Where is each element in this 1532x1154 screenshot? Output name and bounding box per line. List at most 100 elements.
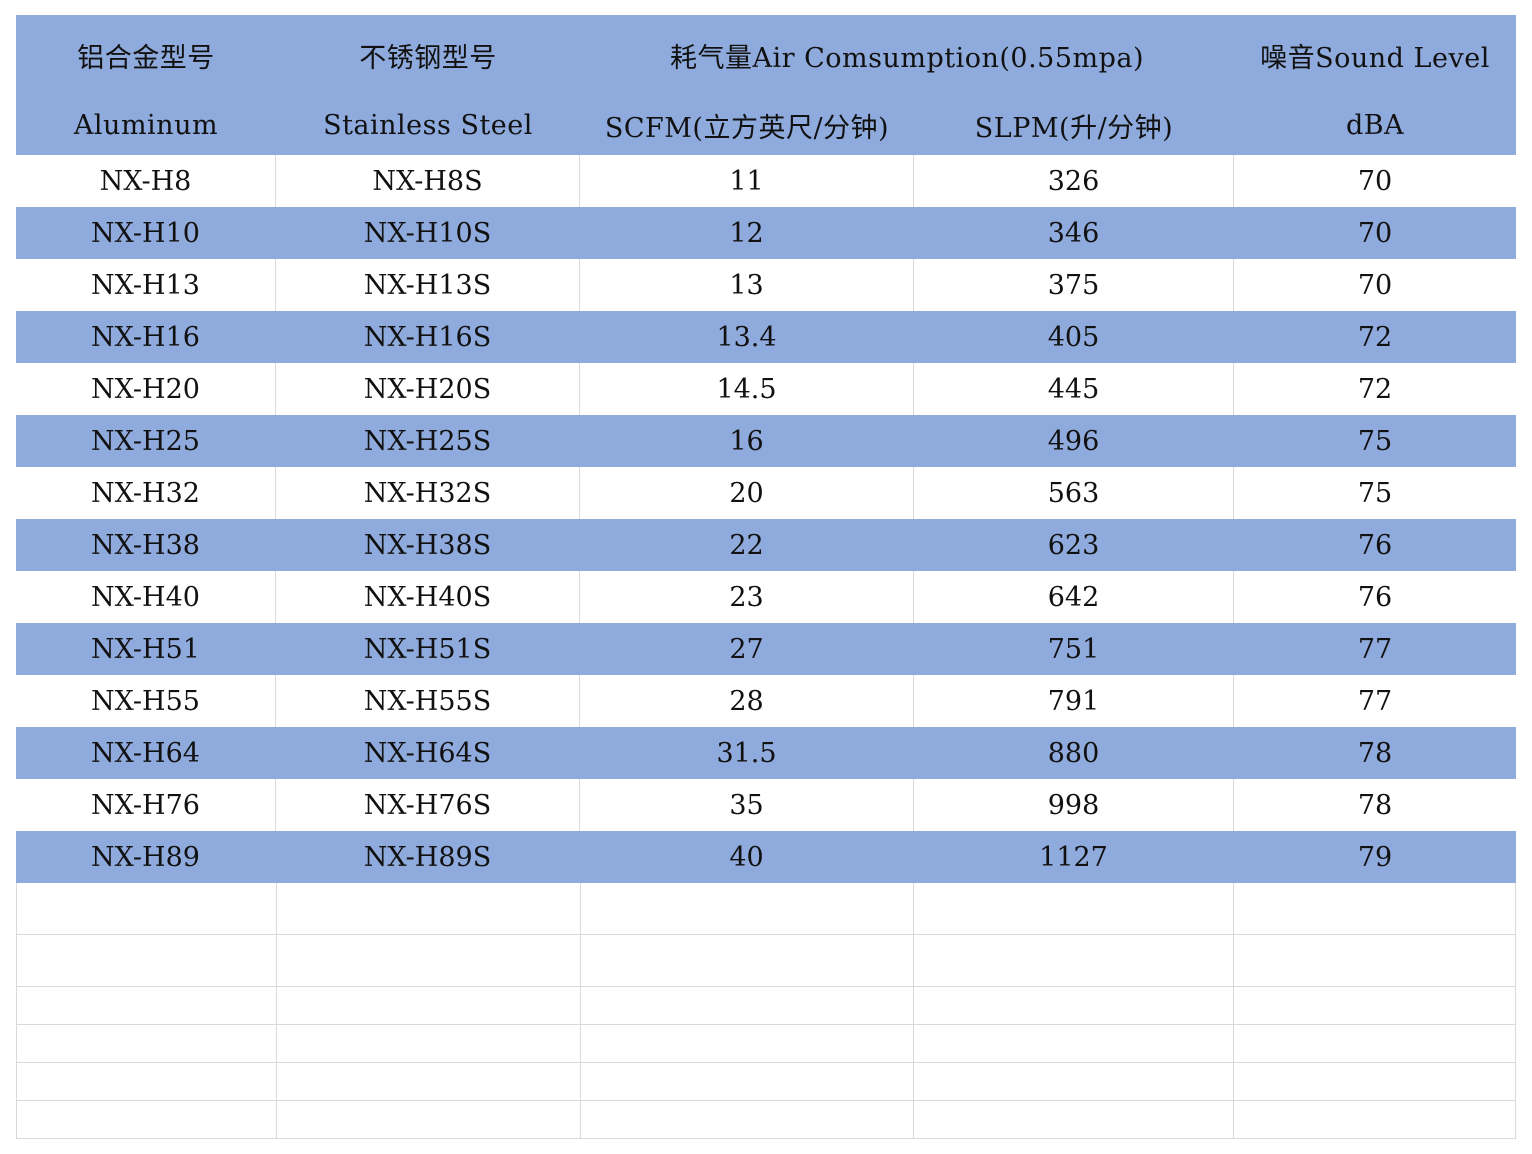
scfm-cell[interactable]: 40 (580, 831, 914, 883)
empty-cell[interactable] (914, 1101, 1235, 1139)
stainless-model-cell[interactable]: NX-H25S (276, 415, 580, 467)
aluminum-model-cell[interactable]: NX-H16 (16, 311, 276, 363)
stainless-model-cell[interactable]: NX-H76S (276, 779, 580, 831)
empty-cell[interactable] (276, 1101, 581, 1139)
scfm-cell[interactable]: 13.4 (580, 311, 914, 363)
dba-cell[interactable]: 77 (1234, 623, 1516, 675)
dba-cell[interactable]: 78 (1234, 727, 1516, 779)
slpm-cell[interactable]: 496 (914, 415, 1234, 467)
empty-cell[interactable] (580, 1025, 915, 1063)
empty-cell[interactable] (17, 1025, 277, 1063)
scfm-cell[interactable]: 13 (580, 259, 914, 311)
dba-cell[interactable]: 75 (1234, 415, 1516, 467)
stainless-model-cell[interactable]: NX-H40S (276, 571, 580, 623)
empty-cell[interactable] (580, 1101, 915, 1139)
empty-cell[interactable] (276, 883, 581, 935)
slpm-cell[interactable]: 375 (914, 259, 1234, 311)
empty-cell[interactable] (276, 1063, 581, 1101)
slpm-cell[interactable]: 998 (914, 779, 1234, 831)
slpm-cell[interactable]: 1127 (914, 831, 1234, 883)
empty-cell[interactable] (1234, 1101, 1516, 1139)
empty-cell[interactable] (17, 883, 277, 935)
subheader-slpm[interactable]: SLPM(升/分钟) (914, 95, 1234, 155)
scfm-cell[interactable]: 16 (580, 415, 914, 467)
empty-cell[interactable] (17, 935, 277, 987)
aluminum-model-cell[interactable]: NX-H51 (16, 623, 276, 675)
dba-cell[interactable]: 72 (1234, 363, 1516, 415)
aluminum-model-cell[interactable]: NX-H64 (16, 727, 276, 779)
aluminum-model-cell[interactable]: NX-H20 (16, 363, 276, 415)
empty-cell[interactable] (1234, 883, 1516, 935)
scfm-cell[interactable]: 20 (580, 467, 914, 519)
empty-cell[interactable] (17, 1101, 277, 1139)
slpm-cell[interactable]: 751 (914, 623, 1234, 675)
scfm-cell[interactable]: 35 (580, 779, 914, 831)
dba-cell[interactable]: 76 (1234, 519, 1516, 571)
empty-cell[interactable] (1234, 935, 1516, 987)
empty-cell[interactable] (276, 935, 581, 987)
empty-cell[interactable] (276, 1025, 581, 1063)
dba-cell[interactable]: 77 (1234, 675, 1516, 727)
slpm-cell[interactable]: 642 (914, 571, 1234, 623)
stainless-model-cell[interactable]: NX-H10S (276, 207, 580, 259)
slpm-cell[interactable]: 405 (914, 311, 1234, 363)
stainless-model-cell[interactable]: NX-H55S (276, 675, 580, 727)
stainless-model-cell[interactable]: NX-H8S (276, 155, 580, 207)
dba-cell[interactable]: 72 (1234, 311, 1516, 363)
empty-cell[interactable] (1234, 1025, 1516, 1063)
stainless-model-cell[interactable]: NX-H51S (276, 623, 580, 675)
subheader-stainless-steel[interactable]: Stainless Steel (276, 95, 580, 155)
dba-cell[interactable]: 78 (1234, 779, 1516, 831)
scfm-cell[interactable]: 12 (580, 207, 914, 259)
stainless-model-cell[interactable]: NX-H13S (276, 259, 580, 311)
header-sound-level[interactable]: 噪音Sound Level (1234, 15, 1516, 95)
dba-cell[interactable]: 79 (1234, 831, 1516, 883)
stainless-model-cell[interactable]: NX-H32S (276, 467, 580, 519)
scfm-cell[interactable]: 11 (580, 155, 914, 207)
aluminum-model-cell[interactable]: NX-H13 (16, 259, 276, 311)
aluminum-model-cell[interactable]: NX-H32 (16, 467, 276, 519)
subheader-scfm[interactable]: SCFM(立方英尺/分钟) (580, 95, 914, 155)
stainless-model-cell[interactable]: NX-H38S (276, 519, 580, 571)
empty-cell[interactable] (1234, 987, 1516, 1025)
slpm-cell[interactable]: 563 (914, 467, 1234, 519)
empty-cell[interactable] (914, 1063, 1235, 1101)
scfm-cell[interactable]: 14.5 (580, 363, 914, 415)
stainless-model-cell[interactable]: NX-H16S (276, 311, 580, 363)
empty-cell[interactable] (580, 987, 915, 1025)
aluminum-model-cell[interactable]: NX-H89 (16, 831, 276, 883)
dba-cell[interactable]: 70 (1234, 207, 1516, 259)
subheader-dba[interactable]: dBA (1234, 95, 1516, 155)
stainless-model-cell[interactable]: NX-H20S (276, 363, 580, 415)
aluminum-model-cell[interactable]: NX-H38 (16, 519, 276, 571)
scfm-cell[interactable]: 27 (580, 623, 914, 675)
scfm-cell[interactable]: 31.5 (580, 727, 914, 779)
aluminum-model-cell[interactable]: NX-H55 (16, 675, 276, 727)
empty-cell[interactable] (914, 883, 1235, 935)
empty-cell[interactable] (580, 1063, 915, 1101)
aluminum-model-cell[interactable]: NX-H40 (16, 571, 276, 623)
slpm-cell[interactable]: 346 (914, 207, 1234, 259)
scfm-cell[interactable]: 23 (580, 571, 914, 623)
empty-cell[interactable] (914, 1025, 1235, 1063)
header-stainless-model[interactable]: 不锈钢型号 (276, 15, 580, 95)
aluminum-model-cell[interactable]: NX-H76 (16, 779, 276, 831)
empty-cell[interactable] (1234, 1063, 1516, 1101)
empty-cell[interactable] (914, 987, 1235, 1025)
slpm-cell[interactable]: 880 (914, 727, 1234, 779)
aluminum-model-cell[interactable]: NX-H8 (16, 155, 276, 207)
empty-cell[interactable] (914, 935, 1235, 987)
slpm-cell[interactable]: 445 (914, 363, 1234, 415)
aluminum-model-cell[interactable]: NX-H10 (16, 207, 276, 259)
header-aluminum-model[interactable]: 铝合金型号 (16, 15, 276, 95)
slpm-cell[interactable]: 623 (914, 519, 1234, 571)
dba-cell[interactable]: 75 (1234, 467, 1516, 519)
scfm-cell[interactable]: 28 (580, 675, 914, 727)
scfm-cell[interactable]: 22 (580, 519, 914, 571)
slpm-cell[interactable]: 326 (914, 155, 1234, 207)
dba-cell[interactable]: 70 (1234, 259, 1516, 311)
empty-cell[interactable] (17, 1063, 277, 1101)
subheader-aluminum[interactable]: Aluminum (16, 95, 276, 155)
empty-cell[interactable] (580, 883, 915, 935)
header-air-consumption[interactable]: 耗气量Air Comsumption(0.55mpa) (580, 15, 1234, 95)
